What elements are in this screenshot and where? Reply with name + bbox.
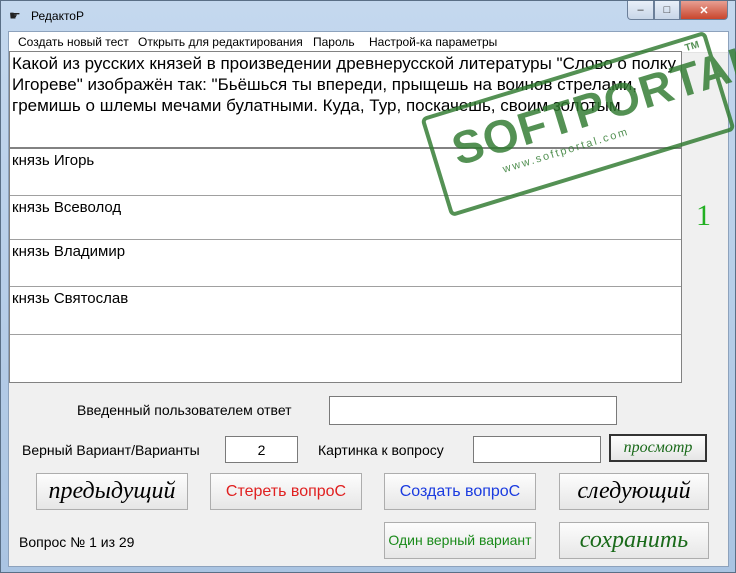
window-title: РедактоР [31,9,84,23]
single-answer-button[interactable]: Один верный вариант [384,522,536,559]
answers-list: князь Игорь князь Всеволод князь Владими… [9,148,682,383]
next-button[interactable]: следующий [559,473,709,510]
question-counter: Вопрос № 1 из 29 [19,534,135,550]
user-answer-input[interactable] [329,396,617,425]
close-button[interactable]: ✕ [680,1,728,20]
answer-field-4[interactable]: князь Святослав [10,287,681,335]
answer-field-3[interactable]: князь Владимир [10,240,681,287]
menu-bar: Создать новый тест Открыть для редактиро… [9,32,728,53]
preview-button[interactable]: просмотр [609,434,707,462]
user-answer-label: Введенный пользователем ответ [77,402,292,418]
picture-input[interactable] [473,436,601,463]
answer-field-5[interactable] [10,335,681,382]
question-number: 1 [696,199,711,232]
create-question-button[interactable]: Создать вопроС [384,473,536,510]
correct-variant-input[interactable]: 2 [225,436,298,463]
menu-settings[interactable]: Настрой-ка параметры [369,35,497,49]
pointing-hand-icon: ☛ [9,8,21,23]
answer-field-2[interactable]: князь Всеволод [10,196,681,240]
maximize-button[interactable]: □ [654,1,680,20]
app-window: ☛ РедактоР – □ ✕ Создать новый тест Откр… [0,0,736,573]
correct-variant-label: Верный Вариант/Варианты [22,442,200,458]
menu-password[interactable]: Пароль [313,35,355,49]
menu-create-test[interactable]: Создать новый тест [18,35,129,49]
client-area: Создать новый тест Открыть для редактиро… [8,30,736,567]
minimize-button[interactable]: – [627,1,654,20]
menu-open-edit[interactable]: Открыть для редактирования [138,35,303,49]
title-bar[interactable]: ☛ РедактоР [1,1,735,31]
save-button[interactable]: сохранить [559,522,709,559]
delete-question-button[interactable]: Стереть вопроС [210,473,362,510]
prev-button[interactable]: предыдущий [36,473,188,510]
picture-label: Картинка к вопросу [318,442,444,458]
answer-field-1[interactable]: князь Игорь [10,149,681,196]
question-text-field[interactable]: Какой из русских князей в произведении д… [9,51,682,148]
